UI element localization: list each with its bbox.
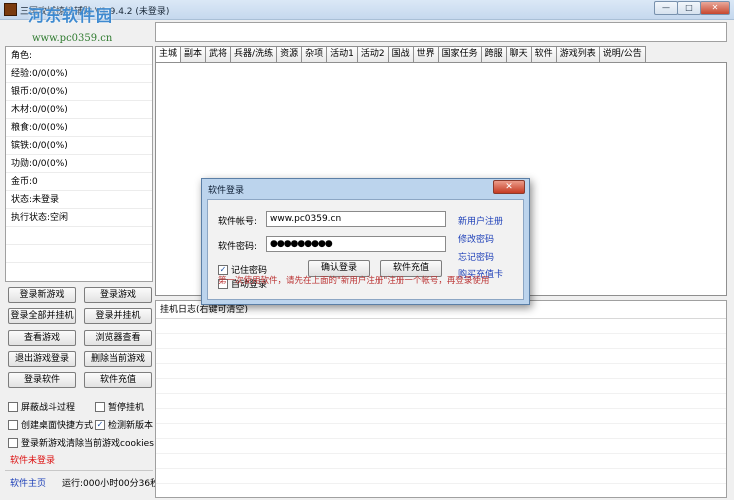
login-new-game-button[interactable]: 登录新游戏: [8, 287, 76, 303]
log-line: [156, 469, 726, 484]
stat-empty-row: [6, 245, 152, 263]
dialog-body: 软件帐号: www.pc0359.cn 软件密码: ●●●●●●●●● ✓ 记住…: [207, 199, 524, 300]
hang-log-panel[interactable]: 挂机日志(右键可清空): [155, 300, 727, 499]
address-bar[interactable]: [155, 22, 727, 42]
checkbox-box[interactable]: [95, 401, 105, 412]
tab-game-list[interactable]: 游戏列表: [555, 46, 600, 62]
tab-cross-server[interactable]: 跨服: [480, 46, 507, 62]
check-update-checkbox[interactable]: ✓ 检测新版本: [95, 418, 153, 431]
runtime-text: 运行:000小时00分36秒: [62, 479, 160, 489]
log-line: [156, 379, 726, 394]
stat-iron: 镔铁:0/0(0%): [6, 137, 152, 155]
account-label: 软件帐号:: [218, 217, 258, 227]
check-icon[interactable]: ✓: [95, 419, 105, 430]
stat-empty-row: [6, 227, 152, 245]
stats-panel: 角色: 经验:0/0(0%) 银币:0/0(0%) 木材:0/0(0%) 粮食:…: [5, 46, 153, 282]
clear-cookies-checkbox[interactable]: 登录新游戏清除当前游戏cookies: [8, 436, 154, 449]
browser-view-button[interactable]: 浏览器查看: [84, 330, 152, 346]
tab-world[interactable]: 世界: [412, 46, 439, 62]
tab-event-1[interactable]: 活动1: [326, 46, 358, 62]
stat-exec-status: 执行状态:空闲: [6, 209, 152, 227]
checkbox-label: 检测新版本: [108, 421, 154, 431]
tab-national-quest[interactable]: 国家任务: [437, 46, 482, 62]
tab-resources[interactable]: 资源: [276, 46, 303, 62]
login-all-hang-button[interactable]: 登录全部并挂机: [8, 308, 76, 324]
log-line: [156, 319, 726, 334]
maximize-button[interactable]: □: [677, 1, 701, 15]
tab-national-war[interactable]: 国战: [387, 46, 414, 62]
password-input[interactable]: ●●●●●●●●●: [266, 236, 446, 252]
tab-event-2[interactable]: 活动2: [356, 46, 389, 62]
view-game-button[interactable]: 查看游戏: [8, 330, 76, 346]
tab-misc[interactable]: 杂项: [301, 46, 328, 62]
exit-game-login-button[interactable]: 退出游戏登录: [8, 351, 76, 367]
tab-notice[interactable]: 说明/公告: [598, 46, 646, 62]
stat-silver: 银币:0/0(0%): [6, 83, 152, 101]
stat-login-status: 状态:未登录: [6, 191, 152, 209]
register-link[interactable]: 新用户注册: [458, 214, 503, 227]
log-line: [156, 364, 726, 379]
tab-generals[interactable]: 武将: [205, 46, 232, 62]
change-password-link[interactable]: 修改密码: [458, 232, 494, 245]
software-status-text: 软件未登录: [10, 456, 56, 466]
stat-gold: 金币:0: [6, 173, 152, 191]
watermark-url: www.pc0359.cn: [32, 33, 113, 44]
checkbox-label: 登录新游戏清除当前游戏cookies: [21, 439, 154, 449]
checkbox-label: 暂停挂机: [108, 403, 145, 413]
log-line: [156, 409, 726, 424]
stat-role: 角色:: [6, 47, 152, 65]
main-tab-bar: 主城 副本 武将 兵器/洗练 资源 杂项 活动1 活动2 国战 世界 国家任务 …: [155, 46, 646, 62]
stat-food: 粮食:0/0(0%): [6, 119, 152, 137]
tab-main-city[interactable]: 主城: [155, 46, 182, 62]
minimize-button[interactable]: —: [654, 1, 678, 15]
pause-hang-checkbox[interactable]: 暂停挂机: [95, 400, 144, 413]
account-input[interactable]: www.pc0359.cn: [266, 211, 446, 227]
checkbox-box[interactable]: [8, 437, 18, 448]
first-use-note: 第一次使用软件，请先在上面的"新用户注册"注册一个帐号，再登录使用: [218, 276, 490, 286]
stat-wood: 木材:0/0(0%): [6, 101, 152, 119]
tab-chat[interactable]: 聊天: [505, 46, 532, 62]
checkbox-box[interactable]: [8, 419, 18, 430]
password-label: 软件密码:: [218, 242, 258, 252]
divider: [5, 470, 153, 471]
software-home-link[interactable]: 软件主页: [10, 476, 46, 489]
log-line: [156, 439, 726, 454]
login-game-button[interactable]: 登录游戏: [84, 287, 152, 303]
software-recharge-button[interactable]: 软件充值: [84, 372, 152, 388]
log-line: [156, 394, 726, 409]
app-icon: [4, 3, 17, 16]
tab-dungeon[interactable]: 副本: [180, 46, 207, 62]
log-line: [156, 424, 726, 439]
checkbox-box[interactable]: [8, 401, 18, 412]
login-hang-button[interactable]: 登录并挂机: [84, 308, 152, 324]
close-button[interactable]: ✕: [700, 1, 730, 15]
delete-current-game-button[interactable]: 删除当前游戏: [84, 351, 152, 367]
forgot-password-link[interactable]: 忘记密码: [458, 250, 494, 263]
software-login-dialog: 软件登录 ✕ 软件帐号: www.pc0359.cn 软件密码: ●●●●●●●…: [201, 178, 530, 305]
checkbox-label: 创建桌面快捷方式: [21, 421, 94, 431]
log-line: [156, 334, 726, 349]
checkbox-label: 屏蔽战斗过程: [21, 403, 76, 413]
log-line: [156, 454, 726, 469]
stat-merit: 功勋:0/0(0%): [6, 155, 152, 173]
stat-experience: 经验:0/0(0%): [6, 65, 152, 83]
login-software-button[interactable]: 登录软件: [8, 372, 76, 388]
tab-weapons[interactable]: 兵器/洗练: [230, 46, 278, 62]
log-line: [156, 349, 726, 364]
desktop-shortcut-checkbox[interactable]: 创建桌面快捷方式: [8, 418, 93, 431]
block-battle-checkbox[interactable]: 屏蔽战斗过程: [8, 400, 75, 413]
log-line: [156, 484, 726, 499]
dialog-close-button[interactable]: ✕: [493, 180, 525, 194]
watermark-text: 河东软件园: [28, 6, 114, 25]
check-icon[interactable]: ✓: [218, 264, 228, 275]
tab-software[interactable]: 软件: [530, 46, 557, 62]
dialog-title: 软件登录: [208, 186, 245, 196]
